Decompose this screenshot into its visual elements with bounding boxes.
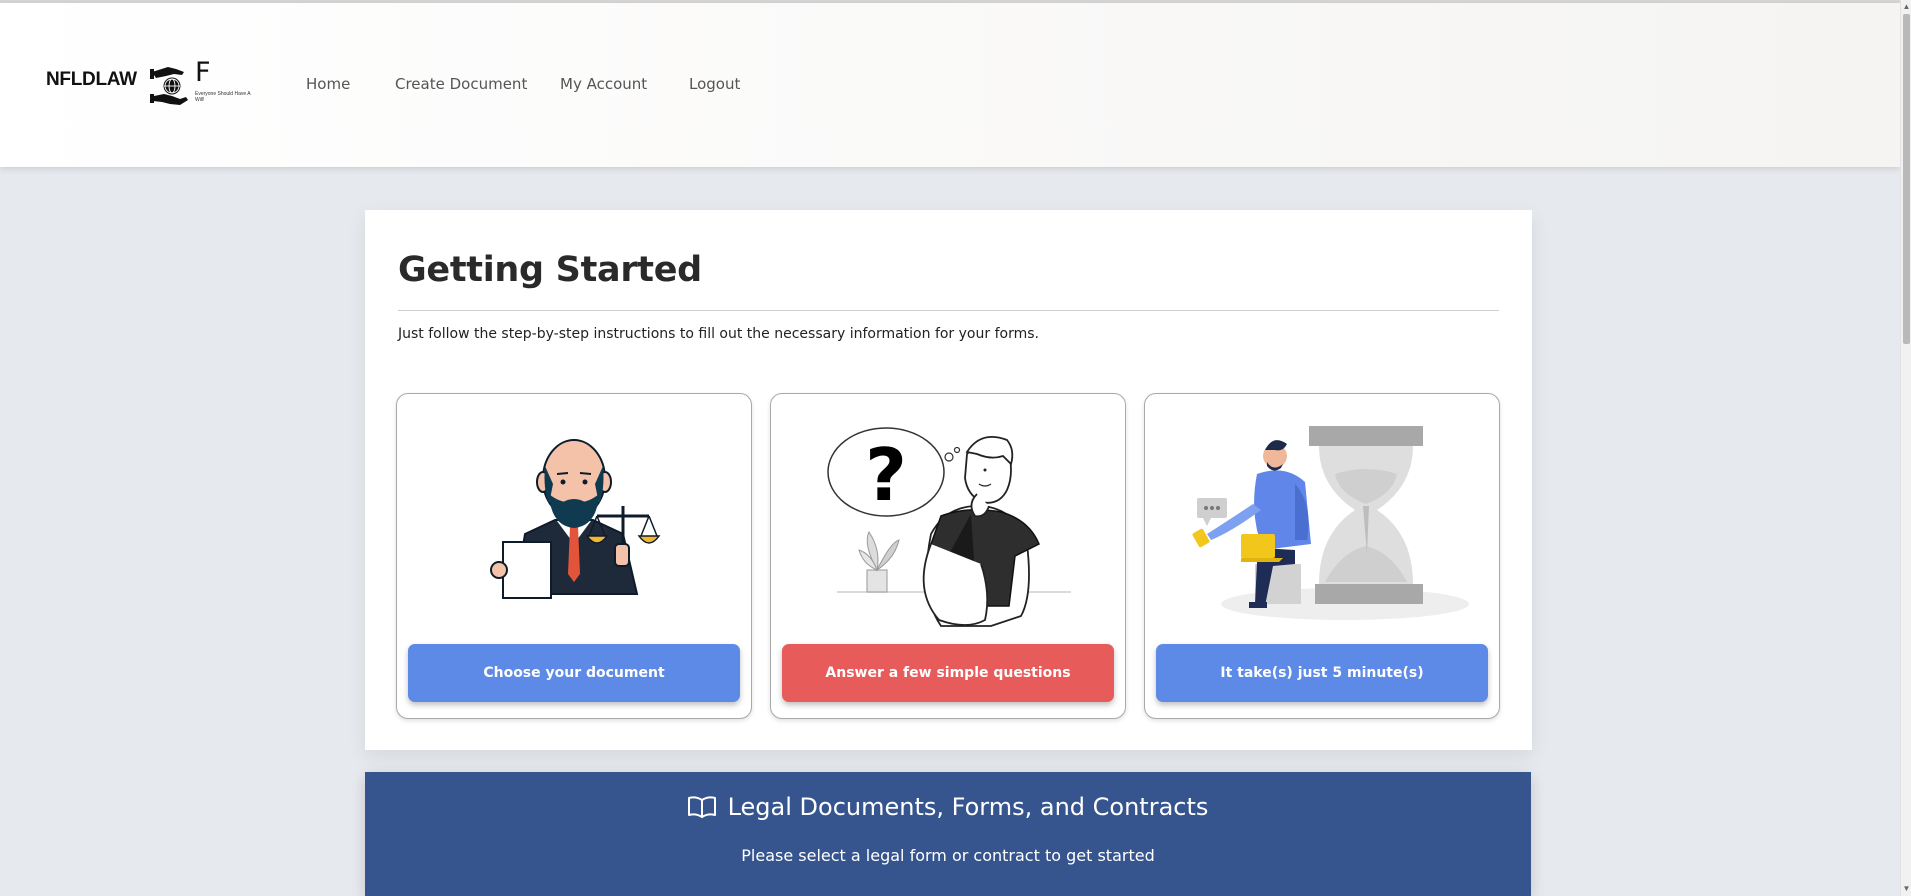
scrollbar-thumb[interactable] [1903, 14, 1910, 344]
step-card-choose-document: Choose your document [396, 393, 752, 719]
getting-started-card: Getting Started Just follow the step-by-… [365, 210, 1532, 750]
choose-document-button[interactable]: Choose your document [408, 644, 740, 702]
step-card-five-minutes: It take(s) just 5 minute(s) [1144, 393, 1500, 719]
thinking-person-illustration-icon: ? [827, 427, 1071, 627]
site-header: NFLDLAW F Everyone Should Have A Will! H… [0, 3, 1900, 167]
site-logo[interactable]: F [150, 57, 250, 113]
lawyer-illustration-icon [490, 439, 661, 599]
svg-text:?: ? [865, 433, 907, 517]
scroll-up-arrow-icon[interactable]: ▲ [1902, 2, 1911, 11]
intro-text: Just follow the step-by-step instruction… [398, 326, 1039, 342]
brand-name[interactable]: NFLDLAW [46, 69, 137, 91]
step-card-answer-questions: ? Answer a few simple questions [770, 393, 1126, 719]
banner-subtitle: Please select a legal form or contract t… [741, 846, 1155, 865]
scroll-down-arrow-icon[interactable]: ▼ [1902, 884, 1911, 893]
logo-tagline: Everyone Should Have A Will! [195, 91, 251, 103]
logo-letter: F [195, 57, 211, 88]
banner-title: Legal Documents, Forms, and Contracts [727, 793, 1209, 821]
book-icon [687, 796, 716, 824]
five-minutes-button[interactable]: It take(s) just 5 minute(s) [1156, 644, 1488, 702]
vertical-scrollbar[interactable]: ▲ ▼ [1900, 0, 1911, 896]
title-divider [398, 310, 1499, 311]
nav-my-account[interactable]: My Account [560, 75, 647, 93]
legal-documents-banner: Legal Documents, Forms, and Contracts Pl… [365, 772, 1531, 896]
answer-questions-button[interactable]: Answer a few simple questions [782, 644, 1114, 702]
nav-home[interactable]: Home [306, 75, 350, 93]
nav-logout[interactable]: Logout [689, 75, 740, 93]
banner-title-row: Legal Documents, Forms, and Contracts [365, 793, 1531, 824]
page-title: Getting Started [398, 250, 702, 290]
nav-create-document[interactable]: Create Document [395, 75, 527, 93]
hourglass-illustration-icon [1192, 426, 1469, 620]
